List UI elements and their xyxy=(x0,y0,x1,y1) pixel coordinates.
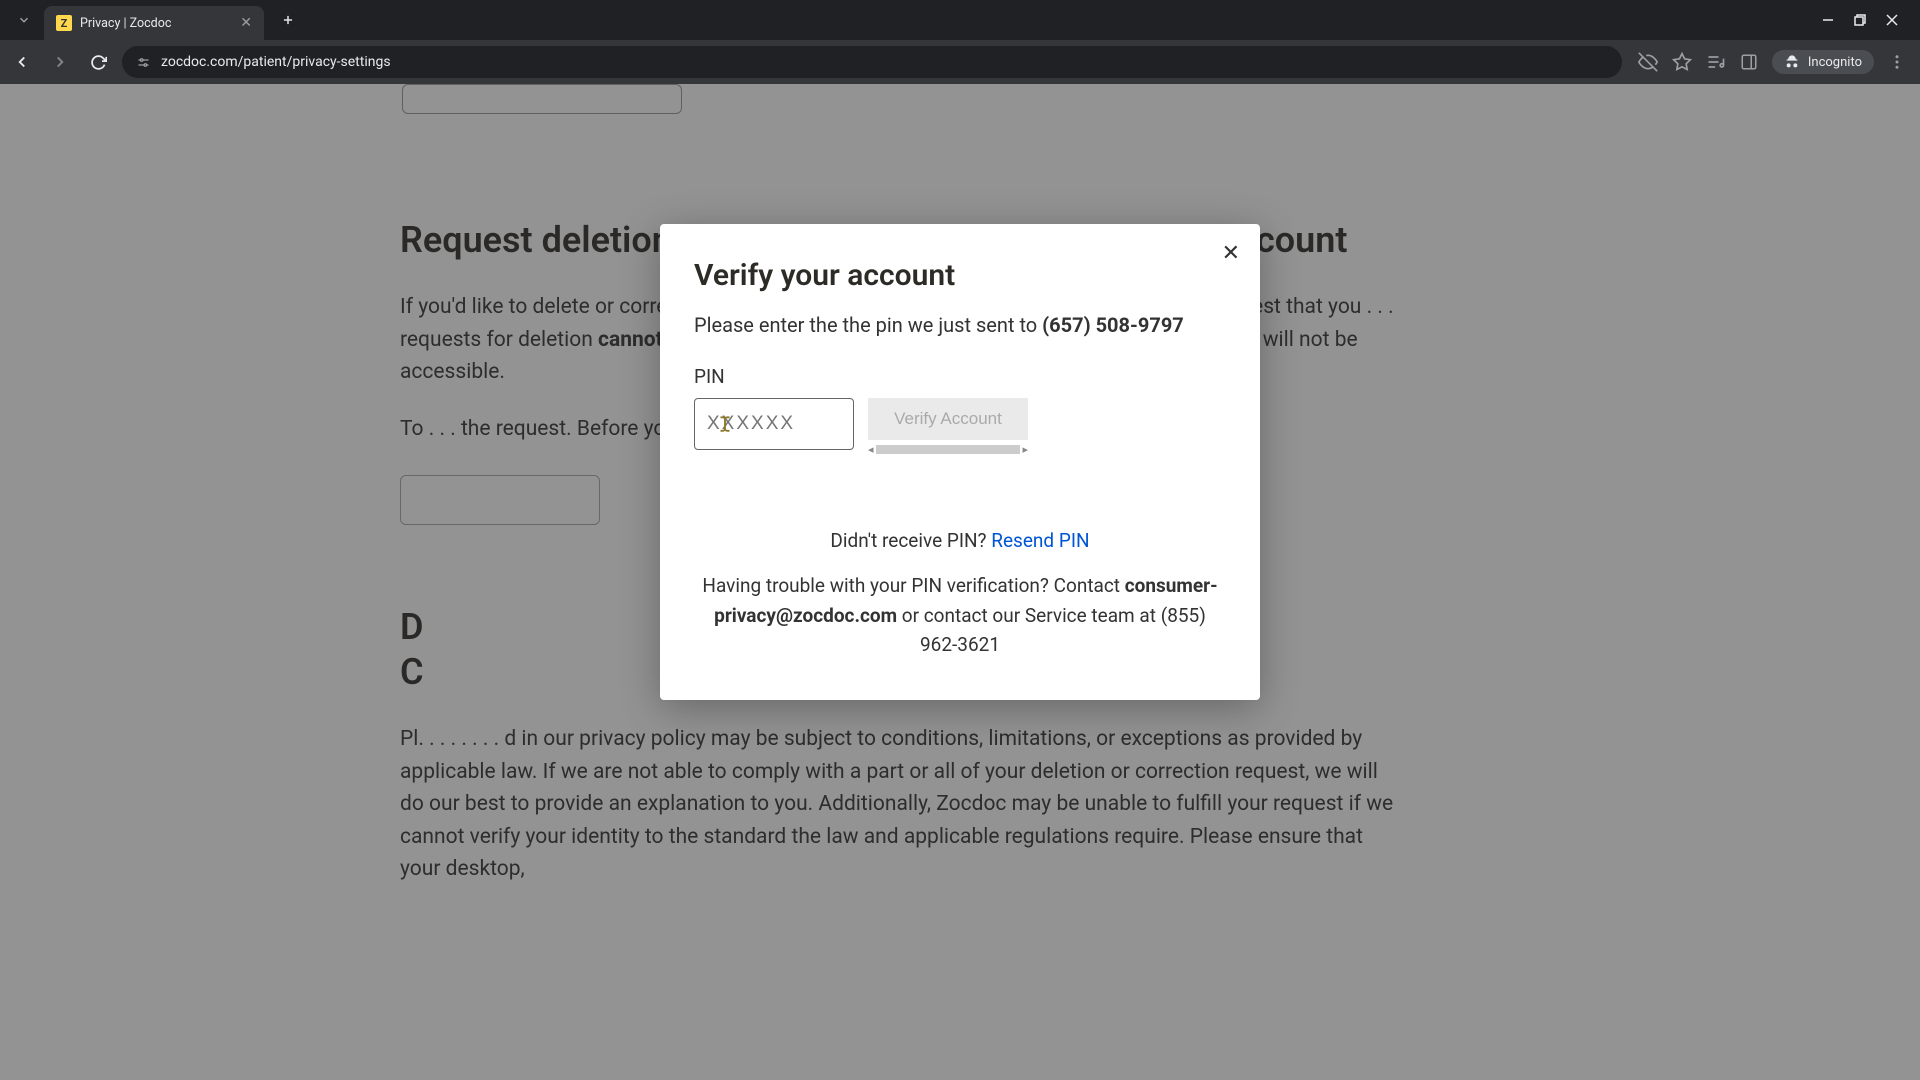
side-panel-icon[interactable] xyxy=(1740,53,1758,71)
favicon-icon: Z xyxy=(56,15,72,31)
resend-pin-link[interactable]: Resend PIN xyxy=(991,529,1089,552)
chevron-right-icon: ▸ xyxy=(1022,443,1028,456)
eye-off-icon[interactable] xyxy=(1638,52,1658,72)
url-text: zocdoc.com/patient/privacy-settings xyxy=(161,54,391,70)
pin-label: PIN xyxy=(694,365,1226,388)
modal-close-button[interactable]: ✕ xyxy=(1222,240,1240,266)
tab-title: Privacy | Zocdoc xyxy=(80,16,232,31)
tab-dropdown-icon[interactable] xyxy=(8,13,40,27)
page-viewport: Request deletion of your personal inform… xyxy=(0,84,1920,1080)
maximize-icon[interactable] xyxy=(1854,14,1866,26)
browser-toolbar: zocdoc.com/patient/privacy-settings Inco… xyxy=(0,40,1920,84)
modal-subtitle: Please enter the the pin we just sent to… xyxy=(694,311,1226,339)
back-button[interactable] xyxy=(8,48,36,76)
modal-title: Verify your account xyxy=(694,258,1226,293)
scrollbar-thumb[interactable] xyxy=(876,445,1021,454)
modal-overlay: ✕ Verify your account Please enter the t… xyxy=(0,84,1920,1080)
menu-icon[interactable] xyxy=(1888,53,1906,71)
modal-footer: Didn't receive PIN? Resend PIN Having tr… xyxy=(694,526,1226,660)
window-controls xyxy=(1822,14,1912,26)
tab-bar: Z Privacy | Zocdoc ✕ xyxy=(0,0,1920,40)
playlist-icon[interactable] xyxy=(1706,52,1726,72)
incognito-badge[interactable]: Incognito xyxy=(1772,50,1874,74)
toolbar-icons: Incognito xyxy=(1632,50,1912,74)
incognito-icon xyxy=(1784,54,1800,70)
resend-prompt: Didn't receive PIN? xyxy=(830,529,991,552)
forward-button[interactable] xyxy=(46,48,74,76)
close-window-icon[interactable] xyxy=(1886,14,1898,26)
scroll-hint: ◂ ▸ xyxy=(868,442,1028,456)
address-bar[interactable]: zocdoc.com/patient/privacy-settings xyxy=(122,46,1622,78)
trouble-text: Having trouble with your PIN verificatio… xyxy=(694,571,1226,659)
browser-tab[interactable]: Z Privacy | Zocdoc ✕ xyxy=(44,6,264,40)
pin-input[interactable] xyxy=(694,398,854,450)
minimize-icon[interactable] xyxy=(1822,14,1834,26)
new-tab-button[interactable] xyxy=(274,6,302,34)
bookmark-star-icon[interactable] xyxy=(1672,52,1692,72)
chevron-left-icon: ◂ xyxy=(868,443,874,456)
verify-account-button[interactable]: Verify Account xyxy=(868,398,1028,440)
incognito-label: Incognito xyxy=(1808,55,1862,70)
site-settings-icon[interactable] xyxy=(136,55,151,70)
verify-account-modal: ✕ Verify your account Please enter the t… xyxy=(660,224,1260,700)
tab-close-icon[interactable]: ✕ xyxy=(240,15,252,31)
reload-button[interactable] xyxy=(84,48,112,76)
pin-row: Verify Account ◂ ▸ xyxy=(694,398,1226,456)
browser-chrome: Z Privacy | Zocdoc ✕ xyxy=(0,0,1920,84)
